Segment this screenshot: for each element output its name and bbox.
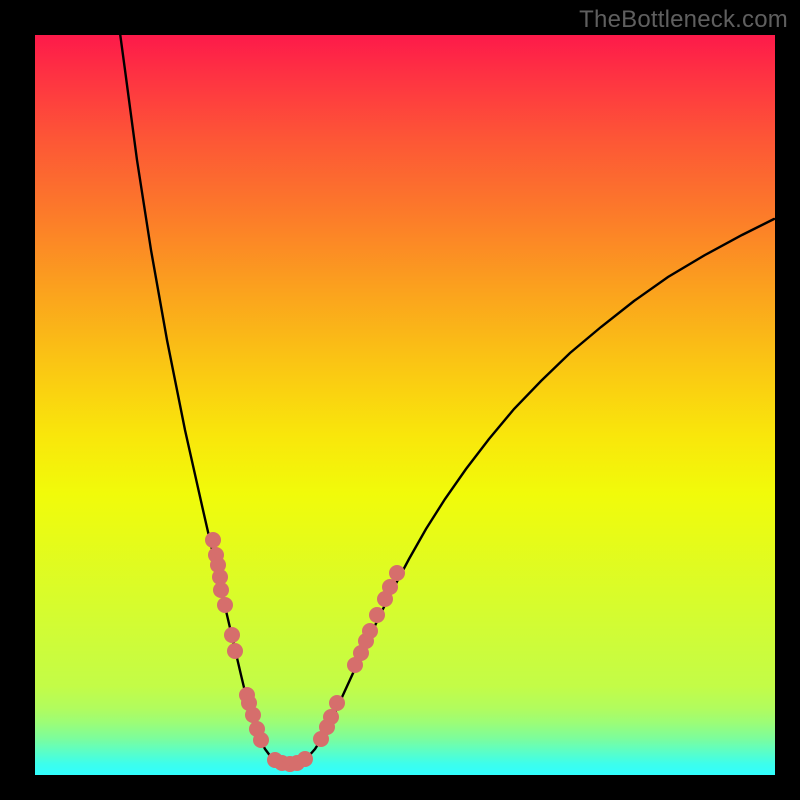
watermark-text: TheBottleneck.com (579, 6, 788, 34)
marker-dot (323, 709, 339, 725)
marker-dot (329, 695, 345, 711)
curve-left-branch (120, 35, 283, 764)
plot-area (35, 35, 775, 775)
marker-dot (297, 751, 313, 767)
marker-dot (362, 623, 378, 639)
curve-right-branch (283, 219, 774, 764)
marker-dot (227, 643, 243, 659)
marker-dot (213, 582, 229, 598)
marker-dot (224, 627, 240, 643)
marker-dot (245, 707, 261, 723)
marker-dot (217, 597, 233, 613)
curve-paths (120, 35, 774, 764)
chart-frame: TheBottleneck.com (0, 0, 800, 800)
marker-dot (205, 532, 221, 548)
marker-dot (382, 579, 398, 595)
marker-dot (253, 732, 269, 748)
marker-dot (389, 565, 405, 581)
marker-dot (369, 607, 385, 623)
marker-dots (205, 532, 405, 772)
curve-svg (35, 35, 775, 775)
